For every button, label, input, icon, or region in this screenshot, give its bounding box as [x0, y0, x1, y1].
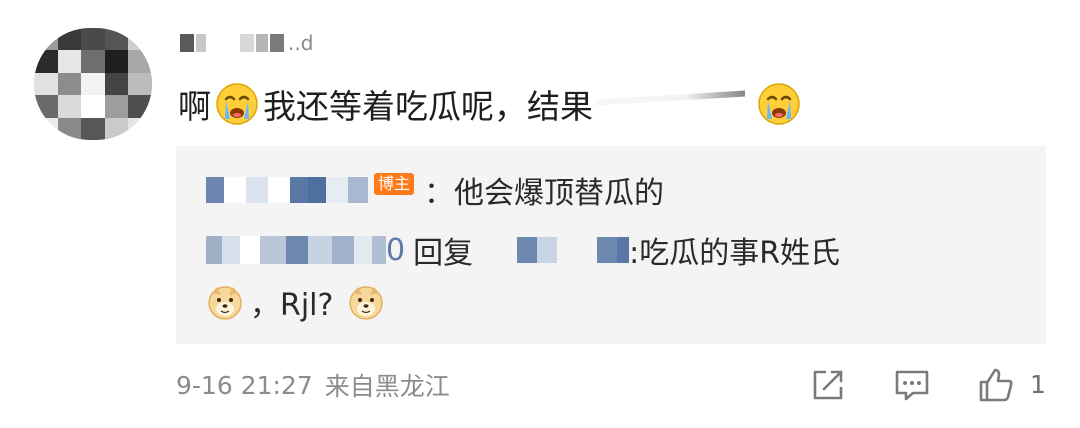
- username[interactable]: ..d: [180, 32, 313, 54]
- crying-face-icon: [216, 83, 258, 125]
- redacted-username[interactable]: [206, 236, 386, 264]
- redacted-block: [256, 34, 268, 52]
- comment-main: 我还等着吃瓜呢，结果: [263, 87, 593, 126]
- redacted-block: [240, 34, 254, 52]
- reply-line-2-text: :吃瓜的事R姓氏: [629, 236, 841, 271]
- redacted-block: [270, 34, 284, 52]
- share-icon: [813, 370, 843, 400]
- author-badge: 博主: [374, 173, 415, 195]
- redacted-username[interactable]: [483, 237, 630, 263]
- crying-face-icon: [758, 83, 800, 125]
- thumbs-up-icon: [979, 368, 1013, 402]
- comment-actions: 1: [800, 364, 1060, 406]
- doge-icon: [208, 286, 242, 320]
- share-button[interactable]: [806, 364, 850, 406]
- reply-digit: 0: [386, 232, 406, 268]
- reply-line-1-text: ：他会爆顶替瓜的: [424, 176, 665, 211]
- location: 来自黑龙江: [324, 372, 450, 401]
- redacted-block: [196, 34, 206, 52]
- avatar[interactable]: [34, 28, 152, 140]
- reply-line-3: ，Rjl?: [206, 280, 385, 324]
- comment-text: 啊 我还等着吃瓜呢，结果: [178, 80, 805, 128]
- comment-icon: [895, 370, 929, 401]
- redacted-username[interactable]: [206, 177, 368, 203]
- comment-card: ..d 啊 我还等着吃瓜呢，结果 博主 ：他会爆顶替瓜的 0 回复:吃瓜的事R…: [0, 0, 1080, 428]
- reply-line-1: 博主 ：他会爆顶替瓜的: [206, 168, 664, 212]
- timestamp: 9-16 21:27: [176, 370, 313, 400]
- like-count: 1: [1030, 370, 1046, 399]
- like-button[interactable]: [974, 364, 1018, 406]
- redacted-block: [208, 34, 238, 52]
- redacted-block: [180, 34, 194, 52]
- reply-line-3-text: ，Rjl?: [250, 288, 334, 323]
- username-suffix: ..d: [288, 31, 314, 55]
- comment-prefix: 啊: [178, 87, 211, 126]
- doge-icon: [349, 286, 384, 320]
- reply-word: 回复: [413, 236, 474, 271]
- comment-meta: 9-16 21:27 来自黑龙江: [176, 368, 450, 402]
- reply-preview[interactable]: 博主 ：他会爆顶替瓜的 0 回复:吃瓜的事R姓氏 ，Rjl?: [176, 146, 1046, 344]
- reply-button[interactable]: [890, 364, 934, 406]
- redacted-text: [595, 90, 745, 106]
- reply-line-2: 0 回复 :吃瓜的事R姓氏: [206, 228, 840, 272]
